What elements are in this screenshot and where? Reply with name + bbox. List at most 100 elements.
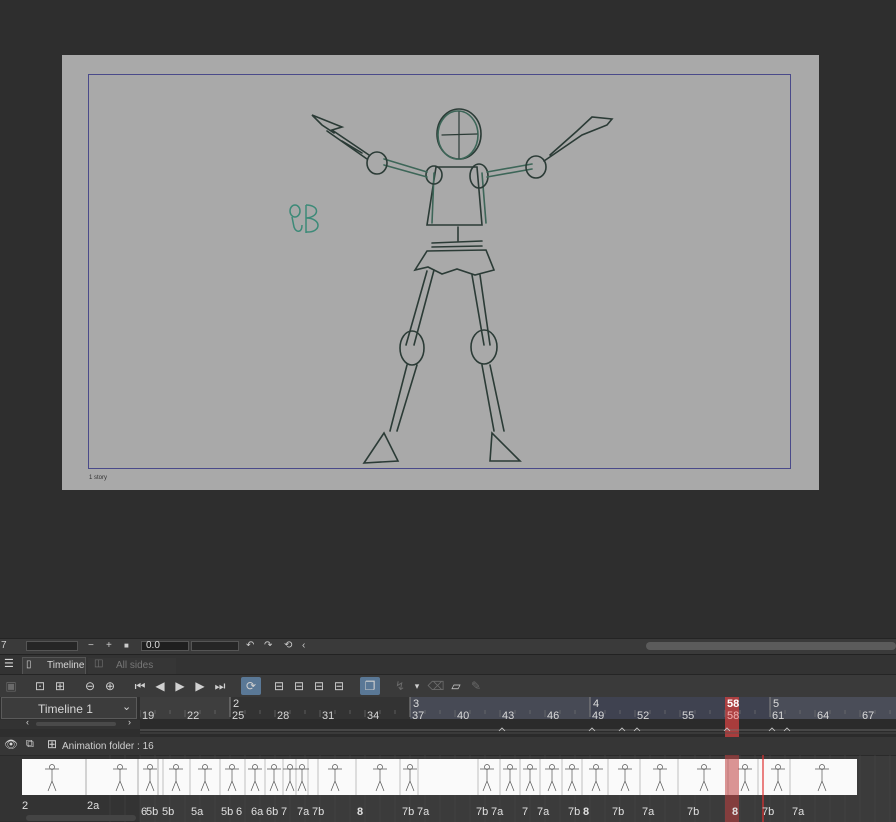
ruler-band: [770, 697, 896, 719]
cel-label: 8: [357, 806, 363, 818]
timeline-tab-icon: ▯: [26, 659, 32, 670]
marker-label: 2: [233, 698, 239, 710]
menu-icon[interactable]: ☰: [4, 657, 14, 670]
replace-cel-icon[interactable]: ⊟: [331, 678, 347, 694]
loop-icon[interactable]: ⟳: [241, 677, 261, 695]
frame-number: 31: [322, 710, 334, 722]
timeline-toolbar: ▣ ⊡ ⊞ ⊖ ⊕ ⏮ ◀ ▶ ▶ ⏭ ⟳ ⊟ ⊟ ⊟ ⊟ ❐ ↯ ▾ ⌫ ▱ …: [0, 674, 896, 697]
frame-number: 64: [817, 710, 829, 722]
dropdown-icon[interactable]: ▾: [409, 678, 425, 694]
frame-settings-icon[interactable]: ⊞: [52, 678, 68, 694]
eye-icon[interactable]: 👁: [4, 738, 18, 751]
first-frame-icon[interactable]: ⏮: [132, 678, 148, 694]
next-frame-icon[interactable]: ▶: [192, 678, 208, 694]
layer-property-strip: 7 − + ■ 0.0 ↶ ↷ ⟲ ‹: [0, 638, 896, 654]
cel-label: 5b: [162, 806, 174, 818]
cel-label: 2a: [87, 800, 100, 812]
frame-number: 46: [547, 710, 559, 722]
scroll-right-icon[interactable]: ›: [128, 717, 131, 727]
marker-label: 4: [593, 698, 599, 710]
redo-icon[interactable]: ↷: [264, 640, 272, 652]
frame-number: 25: [232, 710, 244, 722]
onion-skin-icon[interactable]: ❐: [360, 677, 380, 695]
frame-number: 28: [277, 710, 289, 722]
opacity-field[interactable]: 0.0: [141, 640, 189, 651]
frame-number: 34: [367, 710, 379, 722]
horizontal-scrollbar[interactable]: [646, 642, 896, 650]
cel-label: 7a: [417, 806, 430, 818]
left-scroll-area[interactable]: ‹ ›: [0, 717, 140, 729]
cel-label: 7b: [762, 806, 774, 818]
left-bottom-scroll: [26, 815, 136, 821]
frame-number: 22: [187, 710, 199, 722]
drawing-canvas[interactable]: 1 story: [62, 55, 819, 490]
strip-left-value: 7: [1, 640, 7, 651]
cel-label: 7: [281, 806, 287, 818]
frame-number: 52: [637, 710, 649, 722]
frame-number: 40: [457, 710, 469, 722]
new-cel-icon[interactable]: ⊟: [271, 678, 287, 694]
cel-label: 2: [22, 800, 28, 812]
frame-number: 49: [592, 710, 604, 722]
cel-label: 7a: [537, 806, 550, 818]
cel-track[interactable]: 2 2a 65b 5b 5a 5b 6 6a 6b 7 7a 7b 8 7b 7a 7b 7a 7 7a 7b 8 7b 7…: [0, 755, 896, 822]
cel-label: 7a: [491, 806, 504, 818]
left-scroll-thumb[interactable]: [36, 722, 116, 726]
chevron-left-icon[interactable]: ‹: [302, 640, 305, 652]
cel-label: 8: [583, 806, 589, 818]
frame-number: 67: [862, 710, 874, 722]
prev-frame-icon[interactable]: ◀: [152, 678, 168, 694]
cel-label: 5a: [191, 806, 204, 818]
cel-label: 5b: [221, 806, 233, 818]
last-frame-icon[interactable]: ⏭: [212, 678, 228, 694]
cel-label: 6a: [251, 806, 264, 818]
rotate-icon[interactable]: ⟲: [284, 640, 292, 652]
frame-ruler[interactable]: 2 3 4 55819 22 25 28 31 34 37 40 43 46 49 52 55 58 61 64 67: [140, 697, 896, 737]
zoom-in-icon[interactable]: ⊕: [102, 678, 118, 694]
frame-number: 61: [772, 710, 784, 722]
undo-icon[interactable]: ↶: [246, 640, 254, 652]
cel-label: 7a: [642, 806, 655, 818]
cel-label: 5b: [146, 806, 158, 818]
minus-icon[interactable]: −: [88, 640, 94, 652]
current-frame-label: 58: [727, 698, 739, 710]
zoom-out-icon[interactable]: ⊖: [82, 678, 98, 694]
stop-icon[interactable]: ■: [124, 640, 129, 652]
new-timeline-icon[interactable]: ▣: [3, 678, 19, 694]
tab-timeline[interactable]: ▯ Timeline: [22, 657, 86, 674]
timeline-name-dropdown[interactable]: Timeline 1 ⌄: [1, 697, 137, 719]
frame-range-icon[interactable]: ⊡: [32, 678, 48, 694]
delete-icon[interactable]: ⌫: [428, 678, 445, 694]
cel-label: 6b: [266, 806, 278, 818]
plus-icon[interactable]: +: [106, 640, 112, 652]
camera-icon: ◫: [94, 658, 104, 669]
expand-folder-icon[interactable]: ⊞: [47, 737, 57, 751]
palette-tab-bar: ☰ ▯ Timeline ◫ All sides view: [0, 654, 896, 687]
play-icon[interactable]: ▶: [172, 678, 188, 694]
scroll-left-icon[interactable]: ‹: [26, 717, 29, 727]
cel-label: 7: [522, 806, 528, 818]
frame-number: 43: [502, 710, 514, 722]
chevron-down-icon: ⌄: [122, 701, 132, 713]
specify-cel-alt-icon[interactable]: ⊟: [311, 678, 327, 694]
tab-timeline-label: Timeline: [47, 660, 85, 671]
edit-icon[interactable]: ▱: [448, 678, 464, 694]
pen-icon[interactable]: ✎: [468, 678, 484, 694]
cel-label: 7b: [402, 806, 414, 818]
marker-label: 3: [413, 698, 419, 710]
cel-label: 6: [236, 806, 242, 818]
sync-icon[interactable]: ↯: [392, 678, 408, 694]
stick-figure-sketch: [289, 108, 614, 464]
cel-label: 7b: [687, 806, 699, 818]
strip-secondary-field[interactable]: [191, 641, 239, 651]
frame-number: 58: [727, 710, 739, 722]
strip-slider-field[interactable]: [26, 641, 78, 651]
folder-icon: ⧉: [26, 738, 34, 750]
frame-number: 55: [682, 710, 694, 722]
tab-all-sides-view[interactable]: ◫ All sides view: [88, 658, 176, 687]
specify-cel-icon[interactable]: ⊟: [291, 678, 307, 694]
cel-label: 7b: [568, 806, 580, 818]
cel-label: 7b: [312, 806, 324, 818]
cel-label: 8: [732, 806, 738, 818]
cel-label: 7b: [612, 806, 624, 818]
